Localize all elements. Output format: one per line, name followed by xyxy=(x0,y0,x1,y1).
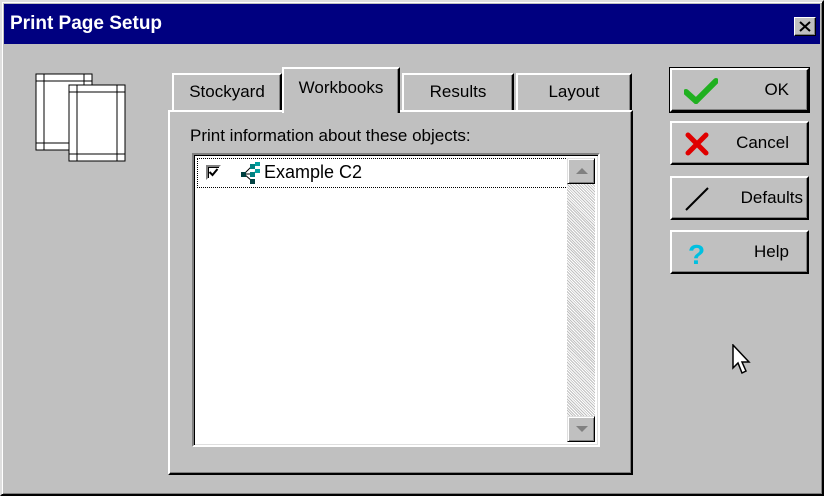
item-checkbox[interactable] xyxy=(206,165,221,180)
tree-icon xyxy=(241,162,260,184)
question-icon: ? xyxy=(688,240,705,268)
objects-listbox[interactable]: Example C2 xyxy=(192,153,600,447)
list-item[interactable]: Example C2 xyxy=(197,158,568,188)
tab-stockyard[interactable]: Stockyard xyxy=(172,73,282,111)
help-button[interactable]: ? Help xyxy=(670,230,809,274)
checkmark-icon xyxy=(208,168,219,177)
tab-label: Layout xyxy=(548,82,600,101)
help-label: Help xyxy=(754,242,789,261)
close-button[interactable] xyxy=(794,17,816,36)
tab-label: Results xyxy=(429,82,487,101)
close-icon xyxy=(799,21,811,32)
ok-button[interactable]: OK xyxy=(669,67,810,113)
print-page-setup-dialog: Print Page Setup Stockyard Workbooks Res… xyxy=(0,0,824,496)
tab-workbooks[interactable]: Workbooks xyxy=(282,67,400,113)
arrow-down-icon xyxy=(576,426,588,432)
dialog-title: Print Page Setup xyxy=(10,13,163,34)
cancel-label: Cancel xyxy=(736,133,789,152)
tab-layout[interactable]: Layout xyxy=(516,73,632,111)
tab-label: Stockyard xyxy=(189,82,265,101)
scroll-down-button[interactable] xyxy=(567,416,595,442)
tab-label: Workbooks xyxy=(298,78,384,97)
x-icon xyxy=(685,132,709,156)
cancel-button[interactable]: Cancel xyxy=(670,121,809,165)
ok-label: OK xyxy=(764,80,789,99)
defaults-button[interactable]: Defaults xyxy=(670,176,809,220)
vertical-scrollbar[interactable] xyxy=(567,158,595,442)
defaults-label: Defaults xyxy=(740,188,803,207)
title-bar[interactable]: Print Page Setup xyxy=(4,4,820,44)
svg-text:?: ? xyxy=(688,240,705,268)
workbooks-panel: Print information about these objects: E… xyxy=(168,110,633,475)
pages-icon xyxy=(35,73,126,162)
scroll-up-button[interactable] xyxy=(567,158,595,184)
slash-icon xyxy=(685,187,709,211)
objects-label: Print information about these objects: xyxy=(190,126,471,145)
checkmark-icon xyxy=(684,78,718,104)
tab-results[interactable]: Results xyxy=(402,73,514,111)
item-label: Example C2 xyxy=(264,162,363,182)
mouse-pointer-icon xyxy=(732,344,751,375)
arrow-up-icon xyxy=(576,168,588,174)
